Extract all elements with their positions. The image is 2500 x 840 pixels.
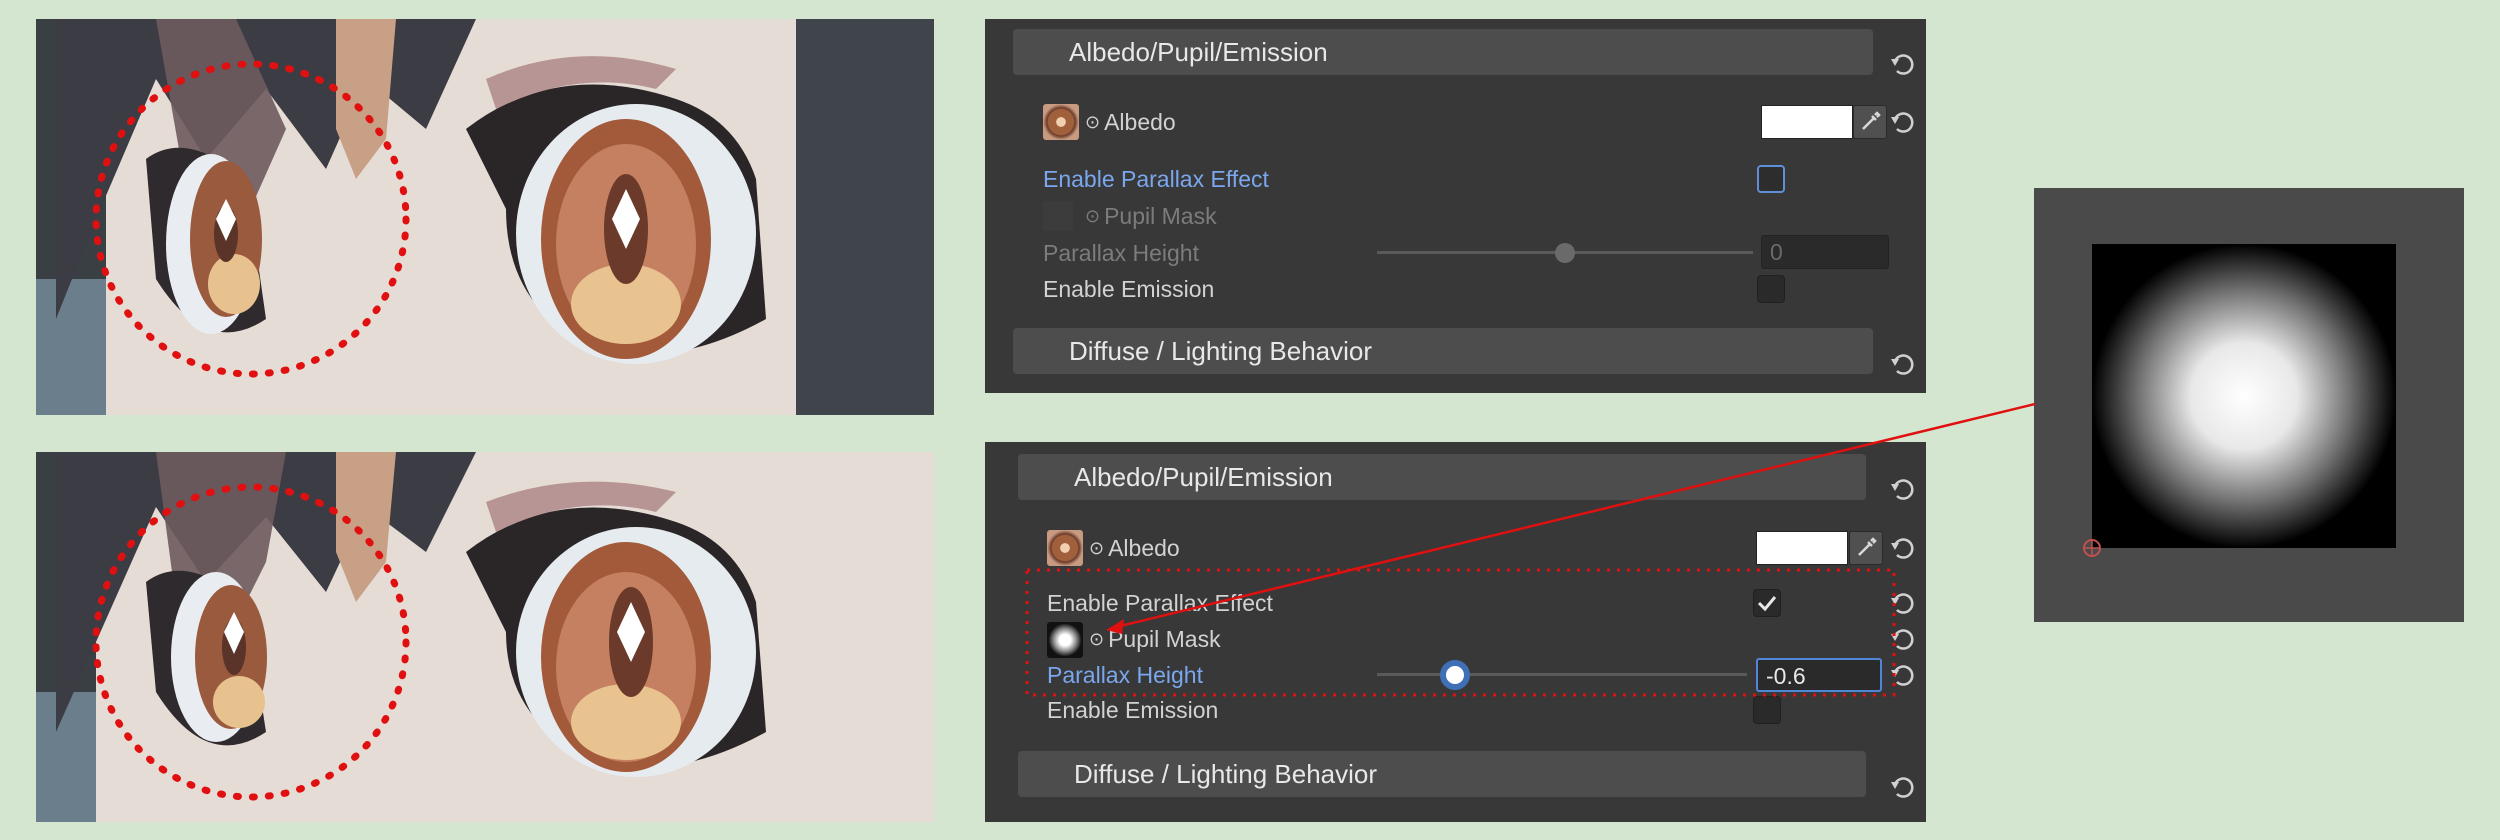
emission-checkbox[interactable] <box>1757 275 1785 303</box>
eye-render-before <box>36 19 934 415</box>
section-header-diffuse[interactable]: Diffuse / Lighting Behavior <box>1013 328 1873 374</box>
eyedropper-button[interactable] <box>1853 105 1887 139</box>
revert-icon[interactable] <box>1889 49 1917 77</box>
eyedropper-icon <box>1862 111 1881 130</box>
pupil-mask-prefix: ⊙ <box>1085 205 1101 226</box>
section-title: Diffuse / Lighting Behavior <box>1069 335 1373 366</box>
revert-icon[interactable] <box>1889 624 1917 652</box>
revert-icon[interactable] <box>1889 660 1917 688</box>
material-inspector-after: Albedo/Pupil/Emission ⊙ Albedo Enable Pa… <box>985 442 1926 822</box>
parallax-height-label: Parallax Height <box>1043 239 1199 266</box>
albedo-texture-thumbnail[interactable] <box>1043 104 1079 140</box>
eyedropper-button[interactable] <box>1849 531 1883 565</box>
albedo-row: ⊙ Albedo <box>1085 105 1176 139</box>
pupil-mask-thumbnail[interactable] <box>1043 201 1073 231</box>
pupil-mask-row: ⊙ Pupil Mask <box>1089 622 1221 656</box>
emission-label: Enable Emission <box>1047 696 1219 723</box>
albedo-color-field[interactable] <box>1756 531 1848 565</box>
parallax-checkbox[interactable] <box>1753 589 1781 617</box>
revert-icon[interactable] <box>1889 349 1917 377</box>
parallax-row: Enable Parallax Effect <box>1043 162 1269 196</box>
revert-icon[interactable] <box>1889 772 1917 800</box>
parallax-label: Enable Parallax Effect <box>1043 165 1269 192</box>
albedo-color-field[interactable] <box>1761 105 1853 139</box>
section-header-albedo[interactable]: Albedo/Pupil/Emission <box>1018 454 1866 500</box>
pupil-mask-prefix: ⊙ <box>1089 628 1105 649</box>
revert-icon[interactable] <box>1889 588 1917 616</box>
section-title: Albedo/Pupil/Emission <box>1069 36 1328 67</box>
section-title: Albedo/Pupil/Emission <box>1074 461 1333 492</box>
albedo-label: Albedo <box>1108 534 1180 561</box>
eyedropper-icon <box>1858 537 1877 556</box>
parallax-label: Enable Parallax Effect <box>1047 589 1273 616</box>
parallax-height-slider-knob[interactable] <box>1555 243 1575 263</box>
material-inspector-before: Albedo/Pupil/Emission ⊙ Albedo Enable Pa… <box>985 19 1926 393</box>
revert-icon[interactable] <box>1889 107 1917 135</box>
parallax-height-slider-knob[interactable] <box>1439 660 1470 690</box>
section-title: Diffuse / Lighting Behavior <box>1074 758 1378 789</box>
emission-checkbox[interactable] <box>1753 696 1781 724</box>
emission-row: Enable Emission <box>1043 272 1214 306</box>
emission-row: Enable Emission <box>1047 693 1218 727</box>
parallax-height-row: Parallax Height <box>1043 236 1199 270</box>
parallax-height-slider-track[interactable] <box>1377 673 1747 676</box>
albedo-texture-thumbnail[interactable] <box>1047 530 1083 566</box>
emission-label: Enable Emission <box>1043 275 1215 302</box>
pupil-mask-row: ⊙ Pupil Mask <box>1085 199 1217 233</box>
revert-icon[interactable] <box>1889 533 1917 561</box>
parallax-height-row: Parallax Height <box>1047 658 1203 692</box>
revert-icon[interactable] <box>1889 474 1917 502</box>
checkmark-icon <box>1757 596 1777 612</box>
section-header-albedo[interactable]: Albedo/Pupil/Emission <box>1013 29 1873 75</box>
pupil-mask-preview <box>2034 188 2464 622</box>
parallax-height-field[interactable]: -0.6 <box>1756 658 1882 692</box>
albedo-prefix: ⊙ <box>1089 537 1105 558</box>
pupil-mask-label: Pupil Mask <box>1104 202 1217 229</box>
parallax-height-label: Parallax Height <box>1047 661 1203 688</box>
eye-render-after <box>36 452 934 822</box>
parallax-checkbox[interactable] <box>1757 165 1785 193</box>
pupil-mask-thumbnail[interactable] <box>1047 622 1083 658</box>
parallax-height-field[interactable]: 0 <box>1761 235 1889 269</box>
parallax-row: Enable Parallax Effect <box>1047 586 1273 620</box>
albedo-row: ⊙ Albedo <box>1089 531 1180 565</box>
pupil-mask-label: Pupil Mask <box>1108 625 1221 652</box>
albedo-label: Albedo <box>1104 108 1176 135</box>
section-header-diffuse[interactable]: Diffuse / Lighting Behavior <box>1018 751 1866 797</box>
albedo-prefix: ⊙ <box>1085 111 1101 132</box>
